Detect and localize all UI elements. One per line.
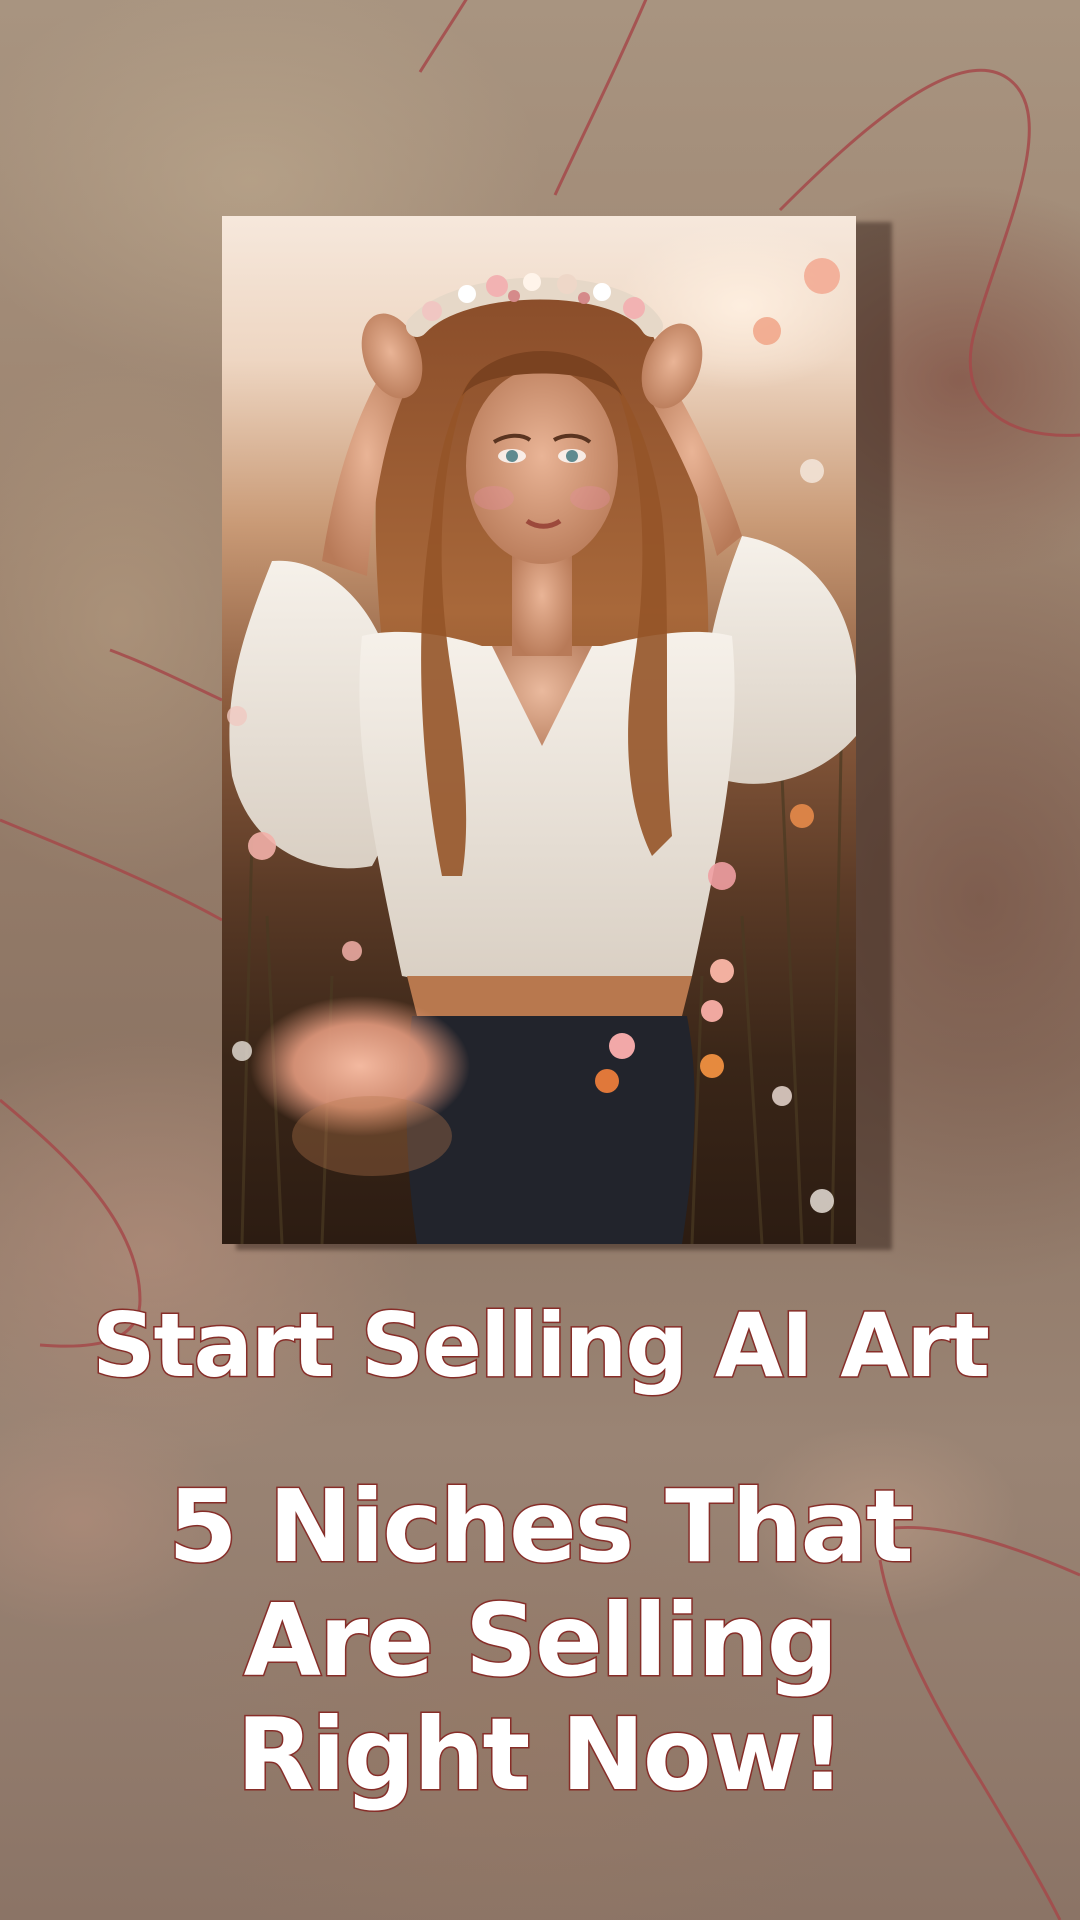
midriff (407, 976, 692, 1016)
photo-illustration (227, 258, 856, 1244)
headline-line-3: Are Selling (242, 1582, 840, 1699)
featured-photo (222, 216, 856, 1244)
face (466, 368, 618, 564)
headline-line-4: Right Now! (235, 1696, 847, 1813)
headline-subtitle: 5 Niches That Are Selling Right Now! (0, 1468, 1080, 1813)
curve-top-left (418, 0, 468, 73)
headline-title: Start Selling AI Art (0, 1294, 1080, 1397)
curve-top-center (553, 0, 648, 196)
curve-left-lower (0, 818, 223, 922)
curve-mid-left (109, 648, 223, 702)
headline-line-2: 5 Niches That (167, 1468, 916, 1585)
headline-line-1: Start Selling AI Art (91, 1294, 992, 1397)
